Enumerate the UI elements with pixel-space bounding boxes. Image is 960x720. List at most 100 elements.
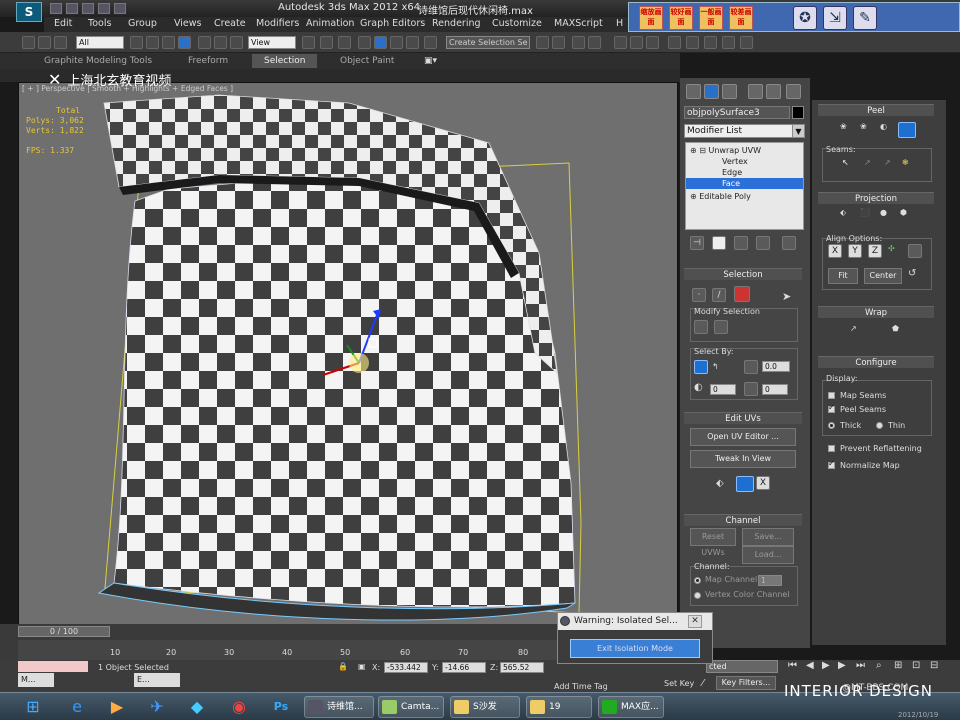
center-button[interactable]: Center xyxy=(864,268,902,284)
align-to-view-icon[interactable] xyxy=(908,244,922,258)
quick-planar-map-icon[interactable]: ⬖ xyxy=(716,478,724,489)
menu-group[interactable]: Group xyxy=(128,18,157,29)
track-bar[interactable]: 10 20 30 40 50 60 70 80 xyxy=(18,640,558,660)
make-unique-icon[interactable] xyxy=(734,236,748,250)
align-z-button[interactable]: Z xyxy=(868,244,882,258)
thick-radio[interactable] xyxy=(828,422,835,429)
maximize-viewport-icon[interactable]: ⊟ xyxy=(930,660,938,671)
task-camtasia[interactable]: Camta... xyxy=(378,696,444,718)
render-setup-icon[interactable] xyxy=(668,36,681,49)
menu-customize[interactable]: Customize xyxy=(492,18,542,29)
task-19-folder[interactable]: 19 xyxy=(526,696,592,718)
task-thumb-m[interactable]: M... xyxy=(18,673,54,687)
box-map-icon[interactable]: ⬢ xyxy=(900,208,907,217)
select-link-icon[interactable] xyxy=(22,36,35,49)
spherical-map-icon[interactable]: ● xyxy=(880,208,887,217)
key-filters-button[interactable]: Key Filters... xyxy=(716,676,776,690)
x-coordinate-field[interactable]: -533.442 xyxy=(384,662,428,673)
z-coordinate-field[interactable]: 565.52 xyxy=(500,662,544,673)
start-button-icon[interactable]: ⊞ xyxy=(16,695,50,719)
task-sofa-folder[interactable]: S沙发 xyxy=(450,696,520,718)
zoom-all-icon[interactable]: ⊞ xyxy=(894,660,902,671)
pen-screen-icon[interactable]: ✎ xyxy=(853,6,877,30)
stack-item-face[interactable]: Face xyxy=(686,178,803,189)
rect-selection-icon[interactable] xyxy=(162,36,175,49)
app-logo-icon[interactable]: S xyxy=(16,2,42,22)
peel-rollout-header[interactable]: Peel xyxy=(818,104,934,116)
edit-uvs-rollout-header[interactable]: Edit UVs xyxy=(684,412,802,424)
display-tab-icon[interactable] xyxy=(766,84,781,99)
tab-freeform[interactable]: Freeform xyxy=(188,56,228,66)
reference-coordinate-dropdown[interactable]: View xyxy=(248,36,296,49)
paint-size-spinner[interactable]: 0 xyxy=(710,384,736,395)
zoom-extents-icon[interactable]: ⊡ xyxy=(912,660,920,671)
edge-loop-icon[interactable] xyxy=(744,382,758,396)
task-max-app[interactable]: MAX应... xyxy=(598,696,664,718)
render-iterative-icon[interactable] xyxy=(722,36,735,49)
show-end-result-icon[interactable] xyxy=(712,236,726,250)
tab-object-paint[interactable]: Object Paint xyxy=(340,56,394,66)
pin-tool-icon[interactable] xyxy=(898,122,916,138)
mirror-icon[interactable] xyxy=(536,36,549,49)
keyboard-shortcut-icon[interactable] xyxy=(338,36,351,49)
grow-selection-icon[interactable] xyxy=(694,320,708,334)
normal-quality-button[interactable]: 一般画面 xyxy=(699,6,723,30)
shrink-selection-icon[interactable] xyxy=(714,320,728,334)
named-selection-dropdown[interactable]: Create Selection Se xyxy=(446,36,530,49)
channel-rollout-header[interactable]: Channel xyxy=(684,514,802,526)
scale-icon[interactable] xyxy=(230,36,243,49)
lock-selection-icon[interactable]: 🔒 xyxy=(338,662,348,671)
menu-help[interactable]: H xyxy=(616,18,623,29)
ribbon-options-icon[interactable]: ▣▾ xyxy=(424,56,437,66)
map-channel-radio[interactable] xyxy=(694,577,701,584)
key-mode-icon[interactable]: ⁄ xyxy=(702,678,704,689)
paint-select-icon[interactable]: ◐ xyxy=(694,382,703,393)
expand-seams-icon[interactable]: ↗ xyxy=(884,158,891,167)
edge-sel-to-seams-icon[interactable]: ↗ xyxy=(864,158,871,167)
snaps-toggle-icon[interactable] xyxy=(358,36,371,49)
quick-peel-tool-icon[interactable]: ❀ xyxy=(840,122,847,131)
align-icon[interactable] xyxy=(552,36,565,49)
stack-item-edge[interactable]: Edge xyxy=(722,167,742,178)
tab-graphite-modeling-tools[interactable]: Graphite Modeling Tools xyxy=(44,56,152,66)
thin-radio[interactable] xyxy=(876,422,883,429)
rotate-icon[interactable] xyxy=(214,36,227,49)
motion-tab-icon[interactable] xyxy=(748,84,763,99)
menu-edit[interactable]: Edit xyxy=(54,18,72,29)
spline-map-icon[interactable]: ↗ xyxy=(850,324,857,333)
wrap-rollout-header[interactable]: Wrap xyxy=(818,306,934,318)
angle-snap-icon[interactable] xyxy=(374,36,387,49)
steering-wheel-icon[interactable]: ✪ xyxy=(793,6,817,30)
render-production-icon[interactable] xyxy=(704,36,717,49)
stack-item-vertex[interactable]: Vertex xyxy=(722,156,748,167)
new-file-icon[interactable] xyxy=(50,3,62,14)
graphite-toggle-icon[interactable] xyxy=(588,36,601,49)
planar-map-icon[interactable]: ⬖ xyxy=(840,208,846,217)
spinner-snap-icon[interactable] xyxy=(406,36,419,49)
curve-editor-icon[interactable] xyxy=(614,36,627,49)
schematic-view-icon[interactable] xyxy=(630,36,643,49)
tab-selection[interactable]: Selection xyxy=(252,54,318,68)
seams-to-edge-sel-icon[interactable]: ❃ xyxy=(902,158,909,167)
zoom-icon[interactable]: ⌕ xyxy=(876,660,882,671)
media-player-icon[interactable]: ▶ xyxy=(100,695,134,719)
select-edge-icon[interactable]: / xyxy=(712,288,726,302)
exit-isolation-mode-button[interactable]: Exit Isolation Mode xyxy=(570,639,700,658)
explorer-icon[interactable]: ◆ xyxy=(180,695,214,719)
align-y-button[interactable]: Y xyxy=(848,244,862,258)
menu-views[interactable]: Views xyxy=(174,18,202,29)
ie-browser-icon[interactable]: e xyxy=(60,695,94,719)
projection-rollout-header[interactable]: Projection xyxy=(818,192,934,204)
redo-icon[interactable] xyxy=(114,3,126,14)
zoom-quality-button[interactable]: 缩放画面 xyxy=(639,6,663,30)
map-seams-checkbox[interactable] xyxy=(828,392,835,399)
reset-peel-icon[interactable]: ◐ xyxy=(880,122,887,131)
pivot-center-icon[interactable] xyxy=(302,36,315,49)
reset-uvws-button[interactable]: Reset UVWs xyxy=(690,528,736,557)
render-activeshade-icon[interactable] xyxy=(740,36,753,49)
pin-stack-icon[interactable]: ⊣ xyxy=(690,236,704,250)
menu-graph-editors[interactable]: Graph Editors xyxy=(360,18,425,29)
menu-maxscript[interactable]: MAXScript xyxy=(554,18,603,29)
align-x-icon[interactable]: X xyxy=(756,476,770,490)
close-dialog-icon[interactable]: ✕ xyxy=(688,615,702,628)
